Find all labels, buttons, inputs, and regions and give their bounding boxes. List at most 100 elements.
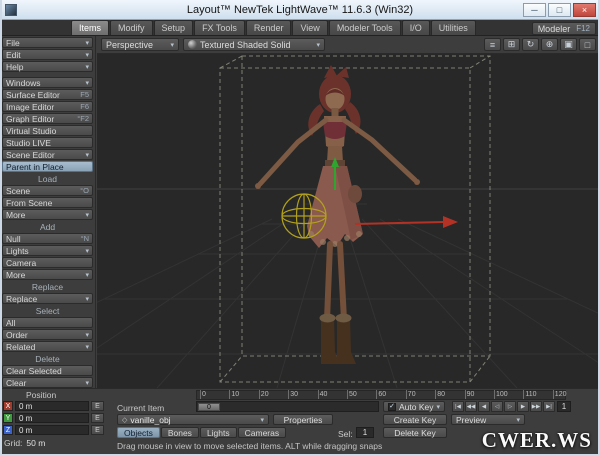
sidebar-item-more[interactable]: More ▾ [2,269,93,280]
sidebar-item-file[interactable]: File ▾ [2,37,93,48]
item-type-bones[interactable]: Bones [160,427,199,438]
sidebar-item-help[interactable]: Help ▾ [2,61,93,72]
item-type-cameras[interactable]: Cameras [237,427,287,438]
timeline-tick: 40 [317,390,328,399]
modeler-hotkey: F12 [576,24,590,33]
timeline-tick: 80 [435,390,445,399]
maximize-button[interactable]: □ [548,3,571,17]
item-type-objects[interactable]: Objects [117,427,160,438]
viewport-nav-icons: ≡ ⊞ ↻ ⊕ ▣ □ [484,38,596,51]
tab-view[interactable]: View [292,20,328,35]
axis-y-envelope-button[interactable]: E [91,413,104,423]
sidebar-item-from-scene[interactable]: From Scene [2,197,93,208]
sidebar-item-surface-editor[interactable]: Surface Editor F5 [2,89,93,100]
shading-sphere-icon [188,40,197,49]
rotate-icon[interactable]: ↻ [522,38,539,51]
modeler-button[interactable]: Modeler F12 [531,22,596,35]
view-mode-dropdown[interactable]: Perspective ▾ [101,38,179,51]
window-controls: ─ □ × [523,3,596,17]
axis-y-value[interactable]: 0 m [15,413,89,423]
play-reverse-button[interactable]: ◁ [491,401,503,412]
go-end-button[interactable]: ▶| [543,401,555,412]
timeline-tick: 120 [552,390,567,399]
play-forward-button[interactable]: ▷ [504,401,516,412]
timeline-groove[interactable]: 0 [196,401,379,412]
next-frame-button[interactable]: ▶ [517,401,529,412]
prev-frame-button[interactable]: ◀ [478,401,490,412]
sidebar-item-related[interactable]: Related ▾ [2,341,93,352]
axis-row-x: X0 mE [3,401,113,411]
sidebar-item-edit[interactable]: Edit ▾ [2,49,93,60]
viewport-canvas[interactable] [97,54,600,388]
pan-icon[interactable]: ⊞ [503,38,520,51]
chevron-down-icon: ▾ [170,41,174,49]
tab-utilities[interactable]: Utilities [430,20,476,35]
tab-render[interactable]: Render [245,20,292,35]
menu-icon[interactable]: ≡ [484,38,501,51]
axis-x-chip[interactable]: X [3,401,13,411]
character-model[interactable] [255,65,420,364]
sidebar-item-more[interactable]: More ▾ [2,209,93,220]
axis-z-value[interactable]: 0 m [15,425,89,435]
auto-key-checkbox[interactable]: ✓ [388,402,396,411]
tab-strip: Items Modify Setup FX Tools Render View Modele… [71,20,476,35]
sidebar-item-camera[interactable]: Camera [2,257,93,268]
tab-setup[interactable]: Setup [153,20,194,35]
axis-row-z: Z0 mE [3,425,113,435]
grid-size-row: Grid: 50 m [4,438,45,448]
auto-key-toggle[interactable]: ✓ Auto Key ▾ [383,401,446,412]
sidebar-item-all[interactable]: All [2,317,93,328]
create-key-button[interactable]: Create Key [383,414,447,425]
axis-z-envelope-button[interactable]: E [91,425,104,435]
timeline-tick: 50 [347,390,357,399]
timeline-slider-handle[interactable]: 0 [198,403,220,411]
modeler-label: Modeler [537,23,571,34]
properties-button[interactable]: Properties [273,414,333,425]
tab-i-o[interactable]: I/O [401,20,430,35]
minimize-button[interactable]: ─ [523,3,546,17]
sidebar-item-clear[interactable]: Clear ▾ [2,377,93,388]
fit-icon[interactable]: ▣ [560,38,577,51]
preview-button[interactable]: Preview ▾ [451,414,525,425]
sidebar-item-replace[interactable]: Replace ▾ [2,293,93,304]
axis-x-value[interactable]: 0 m [15,401,89,411]
sidebar-item-graph-editor[interactable]: Graph Editor °F2 [2,113,93,124]
sidebar-item-studio-live[interactable]: Studio LIVE [2,137,93,148]
sidebar-item-virtual-studio[interactable]: Virtual Studio [2,125,93,136]
axis-x-envelope-button[interactable]: E [91,401,104,411]
prev-key-button[interactable]: ◀◀ [465,401,477,412]
shading-mode-dropdown[interactable]: Textured Shaded Solid ▾ [183,38,325,51]
sidebar-item-null[interactable]: Null °N [2,233,93,244]
zoom-icon[interactable]: ⊕ [541,38,558,51]
tab-modeler-tools[interactable]: Modeler Tools [328,20,401,35]
tab-fx-tools[interactable]: FX Tools [194,20,245,35]
sidebar-item-scene-editor[interactable]: Scene Editor ▾ [2,149,93,160]
title-bar[interactable]: Layout™ NewTek LightWave™ 11.6.3 (Win32)… [0,0,600,20]
position-label: Position [26,390,57,400]
close-button[interactable]: × [573,3,596,17]
sidebar-item-scene[interactable]: Scene °O [2,185,93,196]
go-start-button[interactable]: |◀ [452,401,464,412]
sidebar-item-clear-selected[interactable]: Clear Selected [2,365,93,376]
item-type-lights[interactable]: Lights [199,427,237,438]
next-key-button[interactable]: ▶▶ [530,401,542,412]
axis-y-chip[interactable]: Y [3,413,13,423]
viewport[interactable] [97,54,600,388]
frame-step-field[interactable]: 1 [557,401,571,412]
tab-modify[interactable]: Modify [110,20,153,35]
item-type-buttons: Objects Bones Lights Cameras [117,427,287,438]
current-item-dropdown[interactable]: ◇ vanille_obj ▾ [117,414,269,425]
tab-items[interactable]: Items [71,20,110,35]
chevron-down-icon: ▾ [436,403,441,411]
sidebar-item-order[interactable]: Order ▾ [2,329,93,340]
sidebar-item-windows[interactable]: Windows ▾ [2,77,93,88]
timeline-ruler[interactable]: 0 10 20 30 40 50 60 70 80 90 100 110 120 [196,390,566,400]
maximize-icon[interactable]: □ [579,38,596,51]
sidebar: File ▾ Edit ▾ Help ▾ Windows ▾ Surface Editor F5 I… [0,36,96,388]
preview-label: Preview [456,414,487,425]
sidebar-item-parent-in-place[interactable]: Parent in Place [2,161,93,172]
sidebar-item-image-editor[interactable]: Image Editor F6 [2,101,93,112]
delete-key-button[interactable]: Delete Key [383,427,447,438]
sidebar-item-lights[interactable]: Lights ▾ [2,245,93,256]
axis-z-chip[interactable]: Z [3,425,13,435]
